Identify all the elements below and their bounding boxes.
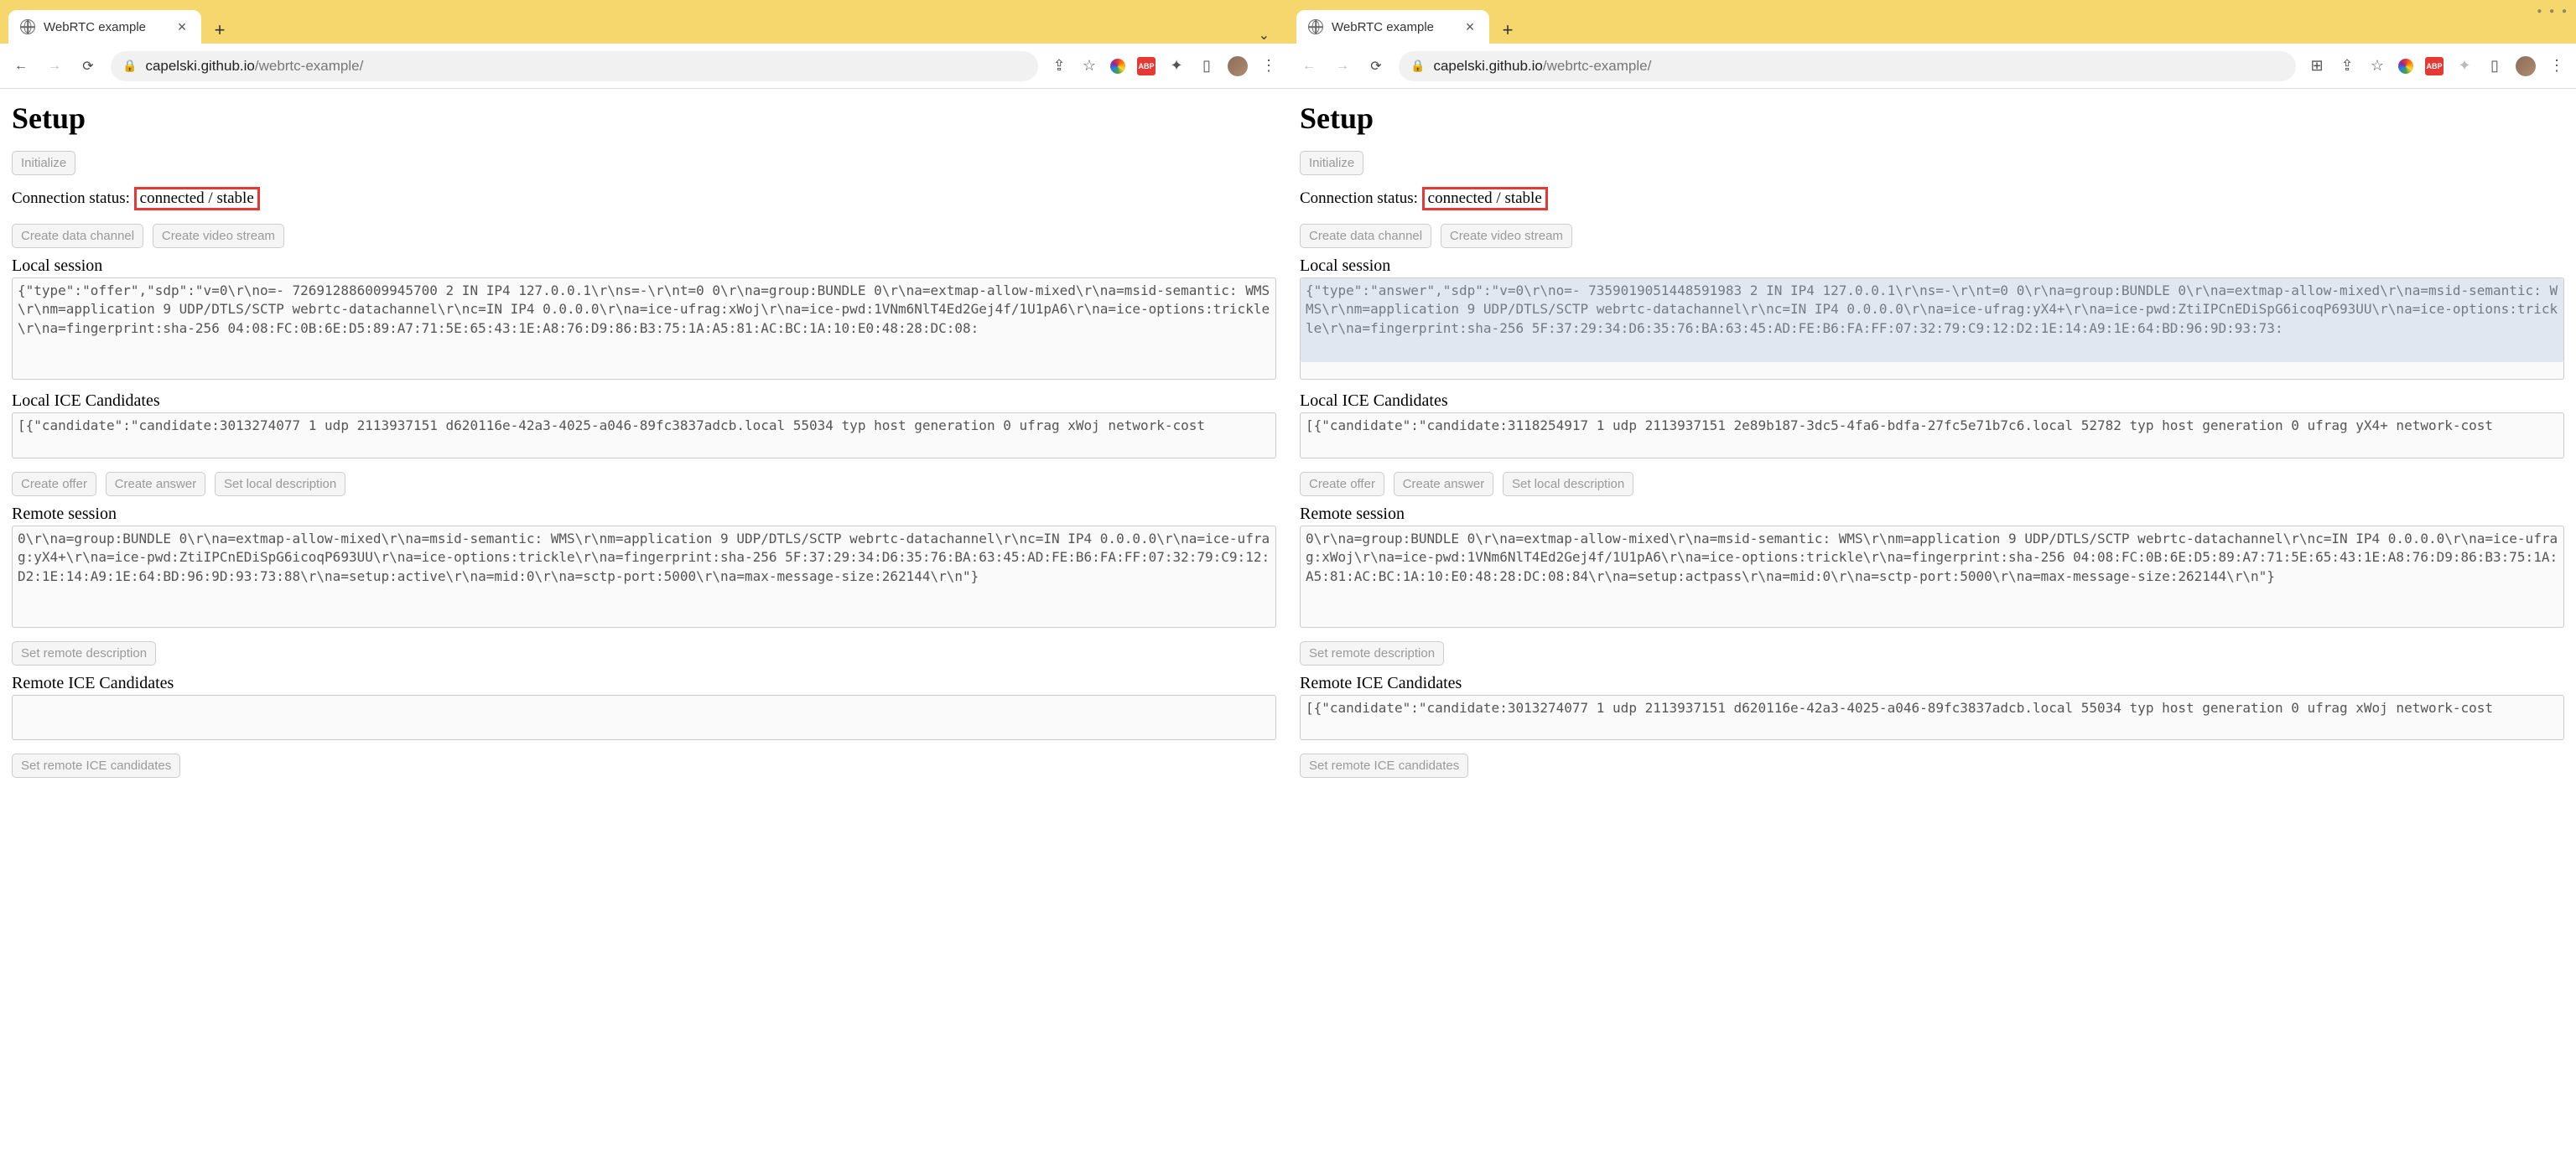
url-field[interactable]: 🔒 capelski.github.io/webrtc-example/	[1399, 51, 2296, 81]
reload-button[interactable]: ⟳	[77, 55, 99, 77]
remote-ice-textarea[interactable]	[12, 695, 1276, 741]
abp-icon[interactable]: ABP	[1137, 57, 1156, 75]
local-session-label: Local session	[12, 256, 1276, 276]
set-local-desc-button[interactable]: Set local description	[215, 472, 345, 496]
page-heading: Setup	[1300, 101, 2564, 136]
lock-icon: 🔒	[1410, 59, 1425, 73]
globe-icon	[20, 19, 35, 34]
initialize-button[interactable]: Initialize	[1300, 151, 1363, 175]
tabs-dropdown-icon[interactable]: ⌄	[1259, 27, 1280, 44]
remote-ice-textarea[interactable]	[1300, 695, 2564, 741]
set-remote-ice-button[interactable]: Set remote ICE candidates	[12, 754, 180, 778]
local-session-textarea[interactable]	[1300, 277, 2564, 380]
reload-button[interactable]: ⟳	[1365, 55, 1387, 77]
back-button[interactable]: ←	[1298, 55, 1320, 77]
remote-session-label: Remote session	[12, 505, 1276, 524]
create-answer-button[interactable]: Create answer	[1394, 472, 1494, 496]
kebab-menu-icon[interactable]: ⋮	[1259, 57, 1278, 75]
create-data-channel-button[interactable]: Create data channel	[1300, 224, 1431, 248]
page-content: Setup Initialize Connection status: conn…	[1288, 89, 2576, 1150]
extensions-puzzle-icon[interactable]: ✦	[2455, 57, 2474, 75]
url-path: /webrtc-example/	[1543, 58, 1651, 74]
local-ice-textarea[interactable]	[12, 412, 1276, 458]
new-tab-button[interactable]: +	[1494, 17, 1521, 44]
profile-avatar-icon[interactable]	[1228, 56, 1248, 76]
remote-ice-label: Remote ICE Candidates	[12, 674, 1276, 693]
local-session-textarea[interactable]	[12, 277, 1276, 380]
url-path: /webrtc-example/	[255, 58, 363, 74]
create-data-channel-button[interactable]: Create data channel	[12, 224, 143, 248]
extension-rainbow-icon[interactable]	[1110, 59, 1125, 74]
url-host: capelski.github.io	[145, 58, 254, 74]
local-ice-label: Local ICE Candidates	[1300, 391, 2564, 411]
toolbar-icons: ⇪ ☆ ABP ✦ ▯ ⋮	[1050, 56, 1278, 76]
status-label: Connection status:	[12, 189, 130, 207]
remote-session-label: Remote session	[1300, 505, 2564, 524]
set-remote-ice-button[interactable]: Set remote ICE candidates	[1300, 754, 1468, 778]
create-offer-button[interactable]: Create offer	[12, 472, 96, 496]
back-button[interactable]: ←	[10, 55, 32, 77]
remote-ice-label: Remote ICE Candidates	[1300, 674, 2564, 693]
tab-strip: WebRTC example × + ● ● ●	[1288, 0, 2576, 44]
local-ice-textarea[interactable]	[1300, 412, 2564, 458]
sidepanel-icon[interactable]: ▯	[1197, 57, 1216, 75]
browser-window-right: WebRTC example × + ● ● ● ← → ⟳ 🔒 capelsk…	[1288, 0, 2576, 1150]
browser-tab[interactable]: WebRTC example ×	[8, 10, 201, 44]
status-label: Connection status:	[1300, 189, 1418, 207]
remote-session-textarea[interactable]	[1300, 526, 2564, 628]
browser-window-left: WebRTC example × + ⌄ ← → ⟳ 🔒 capelski.gi…	[0, 0, 1288, 1150]
tab-strip: WebRTC example × + ⌄	[0, 0, 1288, 44]
set-remote-desc-button[interactable]: Set remote description	[1300, 641, 1444, 666]
close-tab-icon[interactable]: ×	[1462, 18, 1478, 36]
lock-icon: 🔒	[122, 59, 137, 73]
kebab-menu-icon[interactable]: ⋮	[2547, 57, 2566, 75]
new-tab-button[interactable]: +	[206, 17, 233, 44]
forward-button[interactable]: →	[1332, 55, 1353, 77]
address-bar: ← → ⟳ 🔒 capelski.github.io/webrtc-exampl…	[0, 44, 1288, 89]
translate-icon[interactable]: ⊞	[2308, 57, 2326, 75]
browser-tab[interactable]: WebRTC example ×	[1296, 10, 1489, 44]
globe-icon	[1308, 19, 1323, 34]
close-tab-icon[interactable]: ×	[174, 18, 190, 36]
sidepanel-icon[interactable]: ▯	[2485, 57, 2504, 75]
profile-avatar-icon[interactable]	[2516, 56, 2536, 76]
create-offer-button[interactable]: Create offer	[1300, 472, 1384, 496]
extensions-puzzle-icon[interactable]: ✦	[1167, 57, 1186, 75]
url-field[interactable]: 🔒 capelski.github.io/webrtc-example/	[111, 51, 1038, 81]
local-ice-label: Local ICE Candidates	[12, 391, 1276, 411]
toolbar-icons: ⊞ ⇪ ☆ ABP ✦ ▯ ⋮	[2308, 56, 2566, 76]
status-value: connected / stable	[1422, 187, 1548, 210]
share-icon[interactable]: ⇪	[1050, 57, 1068, 75]
tab-title: WebRTC example	[44, 20, 146, 34]
bookmark-star-icon[interactable]: ☆	[1080, 57, 1098, 75]
page-content: Setup Initialize Connection status: conn…	[0, 89, 1288, 1150]
local-session-label: Local session	[1300, 256, 2564, 276]
extension-rainbow-icon[interactable]	[2398, 59, 2413, 74]
url-host: capelski.github.io	[1433, 58, 1542, 74]
set-remote-desc-button[interactable]: Set remote description	[12, 641, 156, 666]
window-traffic-lights-icon[interactable]: ● ● ●	[2537, 7, 2569, 16]
create-video-stream-button[interactable]: Create video stream	[1441, 224, 1572, 248]
tab-title: WebRTC example	[1332, 20, 1434, 34]
bookmark-star-icon[interactable]: ☆	[2368, 57, 2386, 75]
create-video-stream-button[interactable]: Create video stream	[153, 224, 284, 248]
initialize-button[interactable]: Initialize	[12, 151, 75, 175]
share-icon[interactable]: ⇪	[2338, 57, 2356, 75]
page-heading: Setup	[12, 101, 1276, 136]
set-local-desc-button[interactable]: Set local description	[1503, 472, 1633, 496]
status-value: connected / stable	[134, 187, 260, 210]
create-answer-button[interactable]: Create answer	[106, 472, 206, 496]
abp-icon[interactable]: ABP	[2425, 57, 2444, 75]
address-bar: ← → ⟳ 🔒 capelski.github.io/webrtc-exampl…	[1288, 44, 2576, 89]
forward-button[interactable]: →	[44, 55, 65, 77]
remote-session-textarea[interactable]	[12, 526, 1276, 628]
